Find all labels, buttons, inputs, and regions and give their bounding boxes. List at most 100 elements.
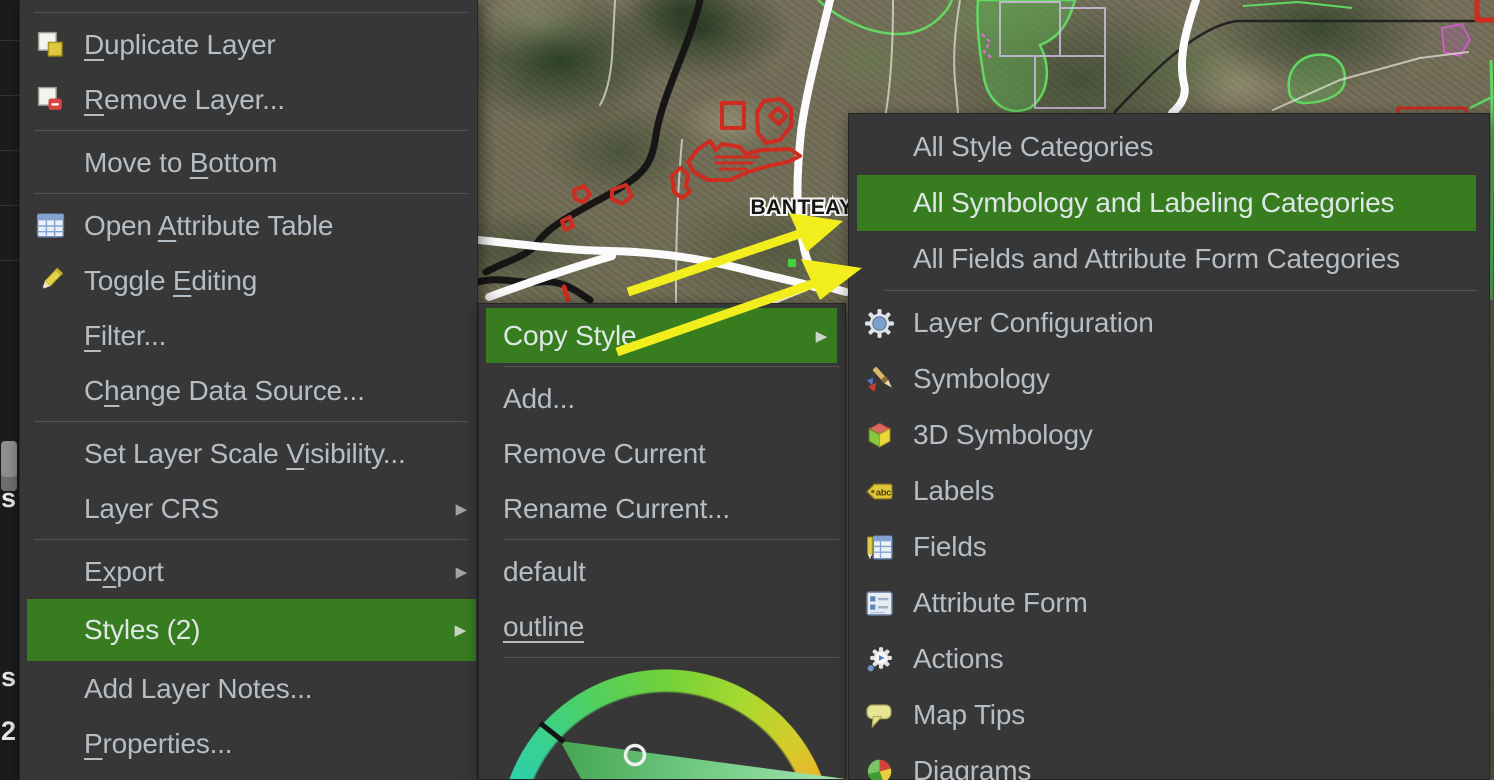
color-wheel[interactable] [499,669,833,780]
menu-item-remove-layer[interactable]: Remove Layer... [20,72,477,127]
menu-item-set-layer-scale-visibility[interactable]: Set Layer Scale Visibility... [20,426,477,481]
icon-spacer [861,186,897,220]
actions-icon [861,642,897,676]
map-tips-icon [861,698,897,732]
menu-item-label: Set Layer Scale Visibility... [84,438,406,470]
menu-item-labels[interactable]: abc Labels [849,463,1489,519]
menu-item-label: Symbology [913,363,1050,395]
menu-item-map-tips[interactable]: Map Tips [849,687,1489,743]
layer-configuration-icon [861,306,897,340]
menu-item-label: Add... [503,383,575,415]
icon-spacer [32,492,68,526]
menu-item-default[interactable]: default [479,544,845,599]
submenu-arrow-icon: ▶ [456,500,467,518]
icon-spacer [32,555,68,589]
svg-text:abc: abc [875,487,890,497]
attribute-table-icon [32,209,68,243]
menu-item-label: Actions [913,643,1003,675]
green-point-marker [788,259,796,267]
menu-item-label: Diagrams [913,755,1031,780]
diagrams-icon [861,754,897,780]
menu-item-label: outline [503,611,584,643]
green-boundary [1243,2,1352,8]
menu-item-move-to-bottom[interactable]: Move to Bottom [20,135,477,190]
menu-item-open-attribute-table[interactable]: Open Attribute Table [20,198,477,253]
menu-item-outline[interactable]: outline [479,599,845,654]
menu-item-label: All Style Categories [913,131,1153,163]
layers-panel-edge: ss2 [0,0,19,780]
menu-item-label: Remove Current [503,438,706,470]
menu-item-label: Filter... [84,320,166,352]
place-label: BANTEAY [750,196,853,219]
menu-item-add[interactable]: Add... [479,371,845,426]
icon-spacer [32,146,68,180]
menu-item-label: Properties... [84,728,232,760]
symbology-3d-icon [861,418,897,452]
menu-separator [34,12,467,13]
menu-item-label: Copy Style [503,320,636,352]
menu-item-duplicate-layer[interactable]: Duplicate Layer [20,17,477,72]
menu-item-all-style-categories[interactable]: All Style Categories [849,119,1489,175]
fields-icon [861,530,897,564]
duplicate-layer-icon [32,28,68,62]
menu-item-change-data-source[interactable]: Change Data Source... [20,363,477,418]
menu-item-label: Attribute Form [913,587,1088,619]
menu-item-filter[interactable]: Filter... [20,308,477,363]
submenu-arrow-icon: ▶ [456,563,467,581]
menu-item-attribute-form[interactable]: Attribute Form [849,575,1489,631]
menu-item-all-fields-and-attribute-form-categories[interactable]: All Fields and Attribute Form Categories [849,231,1489,287]
menu-item-layer-configuration[interactable]: Layer Configuration [849,295,1489,351]
icon-spacer [32,672,68,706]
layer-name-fragment: 2 [1,716,16,746]
styles-submenu: Copy Style ▶ Add... Remove Current Rename Cu… [478,303,846,780]
icon-spacer [861,130,897,164]
green-parcel [1289,55,1345,103]
qgis-window: ss2 [0,0,1494,780]
menu-item-label: Styles (2) [84,614,200,646]
menu-item-fields[interactable]: Fields [849,519,1489,575]
menu-item-remove-current[interactable]: Remove Current [479,426,845,481]
menu-item-diagrams[interactable]: Diagrams [849,743,1489,780]
menu-item-layer-crs[interactable]: Layer CRS ▶ [20,481,477,536]
menu-item-copy-style[interactable]: Copy Style ▶ [479,308,845,363]
menu-item-label: Remove Layer... [84,84,285,116]
layer-context-menu: Duplicate Layer Remove Layer... Move to Bo… [19,0,478,780]
menu-item-label: All Fields and Attribute Form Categories [913,243,1400,275]
style-categories-submenu: All Style Categories All Symbology and La… [848,113,1490,780]
menu-item-label: default [503,556,586,588]
menu-item-symbology[interactable]: Symbology [849,351,1489,407]
menu-item-label: Labels [913,475,994,507]
layer-name-fragment: s [1,662,16,692]
menu-item-label: Move to Bottom [84,147,277,179]
icon-spacer [32,613,68,647]
violet-parcel [1442,24,1470,56]
remove-layer-icon [32,83,68,117]
menu-separator [34,193,467,194]
menu-item-styles-2[interactable]: Styles (2)▶ [20,599,477,661]
menu-item-label: Toggle Editing [84,265,257,297]
menu-item-export[interactable]: Export▶ [20,544,477,599]
icon-spacer [32,374,68,408]
menu-item-toggle-editing[interactable]: Toggle Editing [20,253,477,308]
panel-row-divider [0,260,19,261]
menu-item-label: All Symbology and Labeling Categories [913,187,1394,219]
panel-row-divider [0,205,19,206]
menu-item-label: Open Attribute Table [84,210,333,242]
green-boundary [1491,60,1492,300]
menu-item-properties[interactable]: Properties... [20,716,477,771]
menu-item-add-layer-notes[interactable]: Add Layer Notes... [20,661,477,716]
submenu-arrow-icon: ▶ [816,327,827,345]
menu-item-actions[interactable]: Actions [849,631,1489,687]
menu-item-label: Map Tips [913,699,1025,731]
menu-item-label: Duplicate Layer [84,29,276,61]
menu-separator [503,539,840,540]
menu-item-label: Add Layer Notes... [84,673,312,705]
menu-item-label: Layer CRS [84,493,219,525]
menu-separator [34,539,467,540]
green-boundary [818,0,952,34]
menu-separator [503,366,840,367]
menu-item-all-symbology-and-labeling-categories[interactable]: All Symbology and Labeling Categories [849,175,1489,231]
menu-item-rename-current[interactable]: Rename Current... [479,481,845,536]
menu-separator [34,130,467,131]
menu-item-3d-symbology[interactable]: 3D Symbology [849,407,1489,463]
